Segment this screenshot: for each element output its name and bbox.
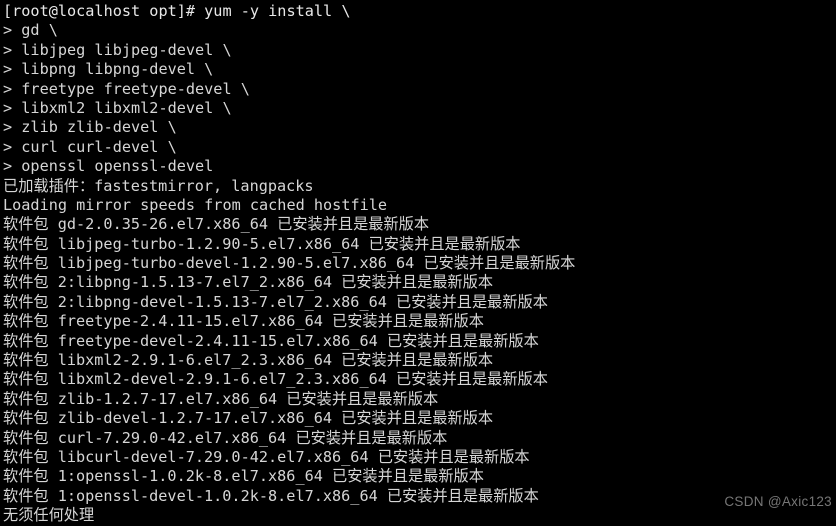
- terminal-line-pkg-libjpeg-turbo: 软件包 libjpeg-turbo-1.2.90-5.el7.x86_64 已安…: [3, 234, 521, 253]
- terminal-line-pkg-libjpeg-turbo-devel: 软件包 libjpeg-turbo-devel-1.2.90-5.el7.x86…: [3, 254, 576, 273]
- terminal-line-cont-libxml2: > libxml2 libxml2-devel \: [3, 98, 232, 117]
- terminal-line-pkg-openssl-devel: 软件包 1:openssl-devel-1.0.2k-8.el7.x86_64 …: [3, 486, 539, 505]
- terminal-line-pkg-openssl: 软件包 1:openssl-1.0.2k-8.el7.x86_64 已安装并且是…: [3, 467, 484, 486]
- terminal-line-cont-libpng: > libpng libpng-devel \: [3, 60, 214, 79]
- terminal-line-cont-gd: > gd \: [3, 21, 58, 40]
- terminal-line-pkg-zlib: 软件包 zlib-1.2.7-17.el7.x86_64 已安装并且是最新版本: [3, 389, 439, 408]
- terminal-line-pkg-freetype: 软件包 freetype-2.4.11-15.el7.x86_64 已安装并且是…: [3, 312, 484, 331]
- terminal-line-pkg-curl: 软件包 curl-7.29.0-42.el7.x86_64 已安装并且是最新版本: [3, 428, 448, 447]
- terminal-line-pkg-libxml2: 软件包 libxml2-2.9.1-6.el7_2.3.x86_64 已安装并且…: [3, 351, 494, 370]
- terminal-screen[interactable]: [root@localhost opt]# yum -y install \ >…: [0, 0, 836, 526]
- terminal-line-pkg-zlib-devel: 软件包 zlib-devel-1.2.7-17.el7.x86_64 已安装并且…: [3, 409, 494, 428]
- terminal-line-plugins-loaded: 已加载插件：fastestmirror, langpacks: [3, 176, 314, 195]
- terminal-line-pkg-libpng-devel: 软件包 2:libpng-devel-1.5.13-7.el7_2.x86_64…: [3, 292, 548, 311]
- terminal-line-cont-freetype: > freetype freetype-devel \: [3, 79, 250, 98]
- terminal-line-cont-openssl: > openssl openssl-devel: [3, 157, 214, 176]
- terminal-line-pkg-libcurl-devel: 软件包 libcurl-devel-7.29.0-42.el7.x86_64 已…: [3, 447, 530, 466]
- terminal-line-mirror-speeds: Loading mirror speeds from cached hostfi…: [3, 195, 388, 214]
- terminal-line-pkg-gd: 软件包 gd-2.0.35-26.el7.x86_64 已安装并且是最新版本: [3, 215, 430, 234]
- terminal-line-cont-zlib: > zlib zlib-devel \: [3, 118, 177, 137]
- terminal-line-cont-libjpeg: > libjpeg libjpeg-devel \: [3, 40, 232, 59]
- terminal-line-pkg-freetype-devel: 软件包 freetype-devel-2.4.11-15.el7.x86_64 …: [3, 331, 539, 350]
- terminal-line-nothing-to-do: 无须任何处理: [3, 506, 95, 525]
- terminal-line-cmd-prompt: [root@localhost opt]# yum -y install \: [3, 2, 351, 20]
- terminal-line-pkg-libxml2-devel: 软件包 libxml2-devel-2.9.1-6.el7_2.3.x86_64…: [3, 370, 548, 389]
- terminal-line-pkg-libpng: 软件包 2:libpng-1.5.13-7.el7_2.x86_64 已安装并且…: [3, 273, 494, 292]
- terminal-line-cont-curl: > curl curl-devel \: [3, 137, 177, 156]
